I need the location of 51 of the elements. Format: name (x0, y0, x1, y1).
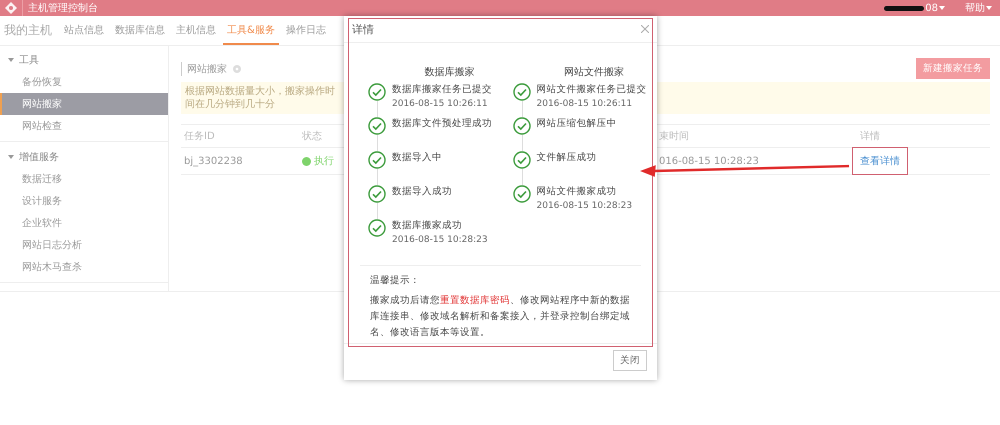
sidebar-item[interactable]: 设计服务 (0, 190, 168, 212)
nav-tab[interactable]: 数据库信息 (111, 16, 169, 45)
help-menu[interactable]: 帮助 (965, 1, 985, 15)
column-heading: 数据库搬家 (423, 66, 476, 79)
tip-title: 温馨提示： (370, 274, 421, 287)
detail-link[interactable]: 查看详情 (860, 154, 900, 168)
nav-tab[interactable]: 工具&服务 (223, 16, 279, 45)
sidebar-item[interactable]: 网站日志分析 (0, 234, 168, 256)
column-heading: 网站文件搬家 (562, 66, 625, 79)
section-title: 网站搬家 (181, 62, 227, 76)
tip-text: 搬家成功后请您重置数据库密码、修改网站程序中新的数据库连接串、修改域名解析和备案接入，并登录控制台绑定域名、修改语言版本等设置。 (370, 294, 631, 340)
status-text: 执行 (314, 154, 334, 168)
table-cell: bj_3302238 (181, 148, 299, 175)
sidebar-group[interactable]: 工具 (19, 53, 39, 67)
caret-icon[interactable] (8, 155, 14, 159)
account-name[interactable]: 08 (925, 2, 938, 14)
sidebar-group[interactable]: 增值服务 (19, 150, 59, 164)
nav-tab[interactable]: 主机信息 (172, 16, 220, 45)
step-label: 文件解压成功 (536, 151, 596, 165)
step-time: 2016-08-15 10:26:11 (536, 98, 634, 111)
step-time: 2016-08-15 10:28:23 (536, 200, 632, 213)
close-button[interactable]: 关闭 (613, 350, 647, 371)
step-label: 网站文件搬家任务已提交 (536, 83, 646, 97)
sidebar-item[interactable]: 网站检查 (0, 115, 168, 137)
nav-tab[interactable]: 操作日志 (282, 16, 330, 45)
caret-icon[interactable] (8, 58, 14, 62)
annotation-box (852, 147, 908, 175)
app-title: 主机管理控制台 (28, 2, 98, 15)
step-label: 数据库搬家任务已提交 (392, 83, 492, 97)
step-label: 数据导入成功 (392, 185, 452, 199)
step-label: 数据导入中 (392, 151, 442, 165)
step-label: 数据库搬家成功 (392, 219, 463, 233)
dialog-title: 详情 (352, 22, 374, 36)
step-label: 网站文件搬家成功 (536, 185, 618, 199)
notice-text: 根据网站数据量大小，搬家操作时间在几分钟到几十分 (185, 85, 336, 111)
column-header: 详情 (857, 124, 990, 148)
sidebar-item[interactable]: 网站搬家 (0, 93, 168, 115)
caret-icon (986, 6, 992, 10)
page-title: 我的主机 (3, 22, 53, 39)
step-time: 2016-08-15 10:26:11 (392, 98, 489, 111)
new-task-button[interactable]: 新建搬家任务 (916, 58, 990, 79)
nav-tab[interactable]: 站点信息 (60, 16, 108, 45)
redaction-mark (884, 6, 924, 10)
caret-icon (939, 6, 945, 10)
sidebar-item[interactable]: 网站木马查杀 (0, 256, 168, 278)
column-header: 任务ID (181, 124, 299, 148)
sidebar-item[interactable]: 备份恢复 (0, 71, 168, 93)
sidebar-item[interactable]: 企业软件 (0, 212, 168, 234)
sidebar-item[interactable]: 数据迁移 (0, 168, 168, 190)
close-icon[interactable] (641, 25, 649, 33)
step-time: 2016-08-15 10:28:23 (392, 234, 488, 247)
